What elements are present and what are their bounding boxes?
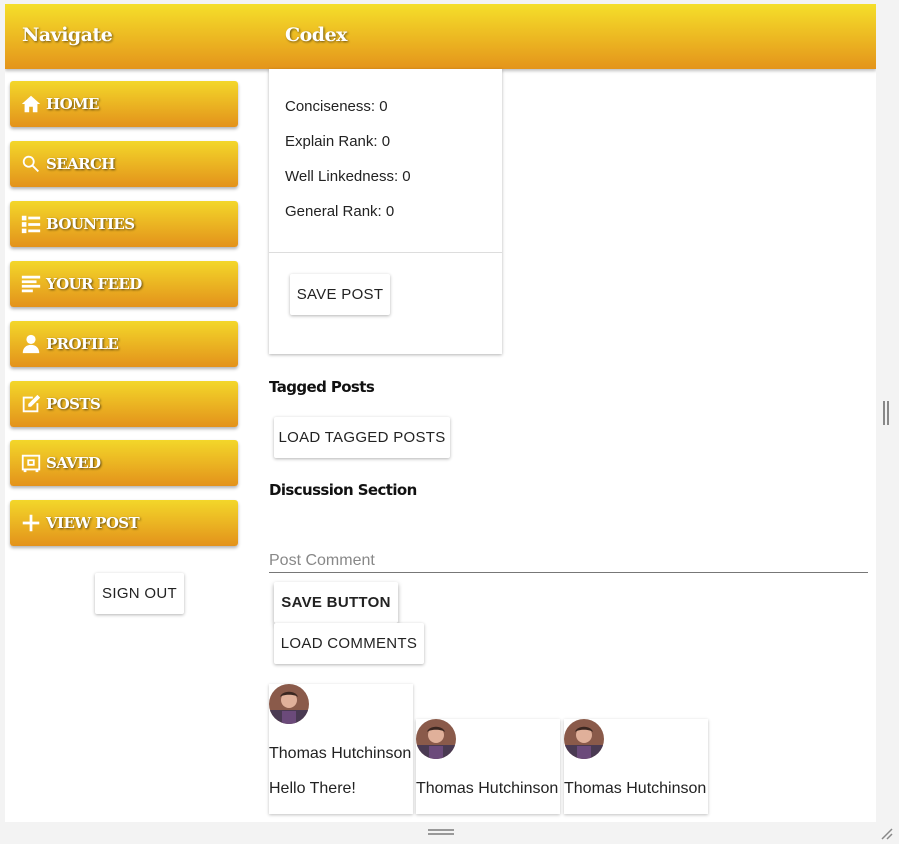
- home-icon: [19, 92, 43, 116]
- nav-home-button[interactable]: HOME: [10, 81, 238, 127]
- comment-card: Thomas Hutchinson Hello There!: [269, 684, 413, 814]
- comment-text: Hello There!: [269, 780, 356, 797]
- feed-icon: [19, 272, 43, 296]
- nav-view-post-button[interactable]: VIEW POST: [10, 500, 238, 546]
- nav-label: SEARCH: [46, 155, 115, 173]
- tagged-posts-heading: Tagged Posts: [269, 378, 375, 396]
- search-icon: [19, 152, 43, 176]
- avatar: [564, 719, 604, 759]
- comment-card: Thomas Hutchinson: [416, 719, 560, 814]
- comment-card: Thomas Hutchinson: [564, 719, 708, 814]
- resize-bar-handle[interactable]: [428, 829, 454, 835]
- top-bar: Navigate Codex: [5, 4, 876, 69]
- stat-well-linkedness: Well Linkedness: 0: [285, 168, 411, 185]
- nav-label: HOME: [46, 95, 99, 113]
- stat-conciseness: Conciseness: 0: [285, 98, 388, 115]
- app-title: Codex: [285, 24, 348, 46]
- safe-icon: [19, 451, 43, 475]
- post-stats-card: Conciseness: 0 Explain Rank: 0 Well Link…: [269, 69, 502, 354]
- avatar: [416, 719, 456, 759]
- nav-label: BOUNTIES: [46, 215, 135, 233]
- nav-profile-button[interactable]: PROFILE: [10, 321, 238, 367]
- edit-icon: [19, 392, 43, 416]
- card-divider: [269, 252, 502, 253]
- save-comment-button[interactable]: SAVE BUTTON: [274, 582, 398, 623]
- stat-explain-rank: Explain Rank: 0: [285, 133, 391, 150]
- post-comment-input[interactable]: [269, 549, 868, 573]
- nav-label: YOUR FEED: [46, 275, 142, 293]
- nav-your-feed-button[interactable]: YOUR FEED: [10, 261, 238, 307]
- nav-bounties-button[interactable]: BOUNTIES: [10, 201, 238, 247]
- load-comments-button[interactable]: LOAD COMMENTS: [274, 623, 424, 664]
- list-icon: [19, 212, 43, 236]
- comment-author: Thomas Hutchinson: [416, 780, 559, 797]
- nav-saved-button[interactable]: SAVED: [10, 440, 238, 486]
- nav-label: PROFILE: [46, 335, 119, 353]
- nav-label: VIEW POST: [46, 514, 140, 532]
- comment-author: Thomas Hutchinson: [269, 745, 412, 762]
- scrollbar-handle[interactable]: [883, 401, 889, 425]
- discussion-heading: Discussion Section: [269, 481, 417, 499]
- nav-search-button[interactable]: SEARCH: [10, 141, 238, 187]
- nav-label: SAVED: [46, 454, 101, 472]
- person-icon: [19, 332, 43, 356]
- comment-author: Thomas Hutchinson: [564, 780, 707, 797]
- plus-icon: [19, 511, 43, 535]
- load-tagged-posts-button[interactable]: LOAD TAGGED POSTS: [274, 417, 450, 458]
- resize-corner-icon[interactable]: [879, 826, 893, 840]
- nav-posts-button[interactable]: POSTS: [10, 381, 238, 427]
- sign-out-button[interactable]: SIGN OUT: [95, 573, 184, 614]
- nav-title: Navigate: [22, 24, 113, 46]
- app-window: Navigate Codex HOME SEARCH BOUNTIES YOUR…: [5, 4, 876, 822]
- avatar: [269, 684, 309, 724]
- save-post-button[interactable]: SAVE POST: [290, 274, 390, 315]
- stat-general-rank: General Rank: 0: [285, 203, 395, 220]
- nav-label: POSTS: [46, 395, 101, 413]
